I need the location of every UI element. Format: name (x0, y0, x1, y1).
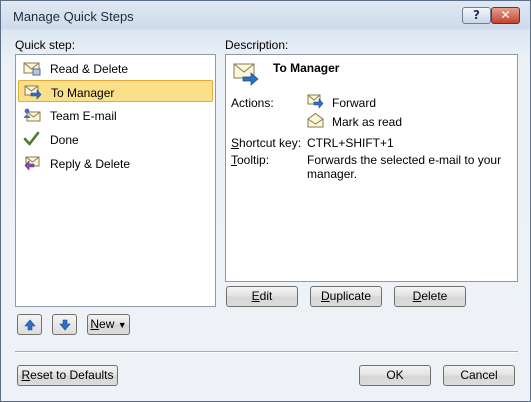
envelope-delete-icon (23, 60, 41, 76)
duplicate-button[interactable]: Duplicate (310, 286, 382, 307)
list-item-read-delete[interactable]: Read & Delete (18, 57, 213, 79)
tooltip-label: Tooltip: (231, 153, 270, 167)
team-email-icon (23, 107, 41, 123)
envelope-forward-icon (24, 84, 42, 100)
list-item-label: Reply & Delete (50, 157, 131, 171)
cancel-button[interactable]: Cancel (443, 365, 515, 386)
list-item-label: Done (50, 133, 79, 147)
manage-quick-steps-dialog: Manage Quick Steps ? ✕ Quick step: Descr… (0, 0, 531, 402)
list-item-done[interactable]: Done (18, 128, 213, 150)
open-envelope-icon (307, 112, 325, 128)
shortcut-key-label: Shortcut key: (231, 136, 302, 150)
list-item-team-email[interactable]: Team E-mail (18, 104, 213, 126)
dropdown-arrow-icon: ▼ (117, 320, 127, 330)
move-up-button[interactable] (17, 314, 42, 335)
arrow-up-icon (24, 319, 36, 334)
envelope-forward-large-icon (232, 61, 260, 89)
quick-step-label: Quick step: (15, 38, 76, 52)
forward-arrow-icon (307, 93, 325, 109)
new-button[interactable]: New ▼ (87, 314, 130, 335)
tooltip-value: Forwards the selected e-mail to your man… (307, 153, 502, 181)
envelope-reply-icon (23, 155, 41, 171)
description-label: Description: (225, 38, 289, 52)
list-item-reply-delete[interactable]: Reply & Delete (18, 152, 213, 174)
ok-button[interactable]: OK (359, 365, 431, 386)
checkmark-icon (23, 131, 41, 147)
title-bar[interactable]: Manage Quick Steps ? ✕ (1, 1, 530, 29)
move-down-button[interactable] (52, 314, 77, 335)
window-title: Manage Quick Steps (13, 9, 134, 24)
arrow-down-icon (59, 319, 71, 334)
quick-step-list[interactable]: Read & Delete To Manager Team E-mail Don… (15, 54, 216, 307)
shortcut-key-value: CTRL+SHIFT+1 (307, 136, 394, 150)
close-button[interactable]: ✕ (491, 7, 520, 24)
list-item-to-manager[interactable]: To Manager (18, 80, 213, 102)
description-pane: To Manager Actions: Forward Mark as read… (225, 54, 518, 282)
list-item-label: Team E-mail (50, 109, 117, 123)
separator (15, 351, 518, 353)
help-button[interactable]: ? (462, 7, 491, 24)
action-forward-label: Forward (332, 96, 377, 110)
action-mark-read-label: Mark as read (332, 115, 403, 129)
description-title: To Manager (273, 61, 340, 75)
delete-button[interactable]: Delete (394, 286, 466, 307)
list-item-label: Read & Delete (50, 62, 129, 76)
edit-button[interactable]: Edit (226, 286, 298, 307)
list-item-label: To Manager (51, 86, 115, 100)
reset-to-defaults-button[interactable]: Reset to Defaults (17, 365, 118, 386)
actions-label: Actions: (231, 96, 274, 110)
